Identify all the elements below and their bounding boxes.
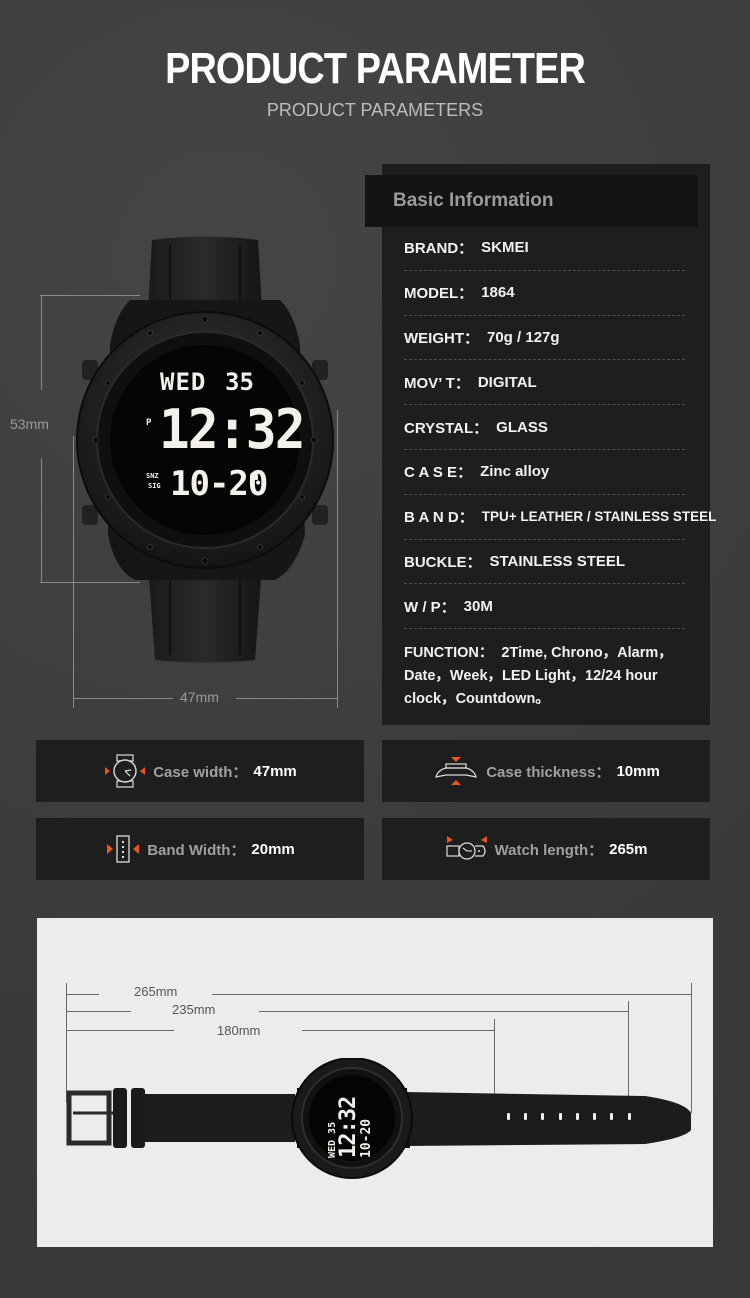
case-width-icon bbox=[105, 754, 146, 788]
case-width-value: 47mm bbox=[253, 762, 297, 780]
lcd-date-small: 10-20 bbox=[359, 1118, 374, 1158]
length-label-180: 180mm bbox=[217, 1023, 261, 1038]
page-subtitle: PRODUCT PARAMETERS bbox=[266, 100, 484, 120]
case-thickness-icon bbox=[435, 757, 478, 785]
case-width-label: Case width： bbox=[153, 763, 248, 781]
lcd-date: 10-20 bbox=[170, 464, 268, 504]
info-row-model: MODEL： 1864 bbox=[404, 271, 685, 316]
info-row-movement: MOV’ T： DIGITAL bbox=[404, 360, 685, 406]
info-row-brand: BRAND： SKMEI bbox=[404, 226, 685, 271]
length-label-265: 265mm bbox=[134, 984, 178, 999]
info-row-band: B A N D： TPU+ LEATHER / STAINLESS STEEL bbox=[404, 495, 716, 540]
info-row-function: FUNCTION： 2Time, Chrono，Alarm，Date，Week，L… bbox=[404, 645, 673, 708]
length-watch-lcd: WED 35 12:32 10-20 bbox=[327, 1078, 387, 1158]
info-row-weight: WEIGHT： 70g / 127g bbox=[404, 316, 685, 361]
alarm-bell-icon bbox=[250, 472, 258, 480]
watch-length-label: Watch length： bbox=[494, 841, 604, 859]
info-row-case: C A S E： Zinc alloy bbox=[404, 450, 685, 495]
spec-card-watch-length: Watch length： 265m bbox=[382, 818, 710, 880]
spec-card-case-width: Case width： 47mm bbox=[36, 740, 364, 802]
front-watch-image: 53mm 47mm WED 35 P 12:32 SNZ SIG 10-20 bbox=[0, 220, 370, 720]
length-diagram-panel: 265mm 235mm 180mm WED 35 12:32 10-20 bbox=[37, 918, 713, 1247]
lcd-pm-indicator: P bbox=[146, 418, 152, 428]
spec-card-band-width: Band Width： 20mm bbox=[36, 818, 364, 880]
height-label: 53mm bbox=[10, 416, 49, 432]
basic-info-heading: Basic Information bbox=[393, 190, 554, 211]
band-width-icon bbox=[107, 835, 140, 863]
lcd-sig: SIG bbox=[148, 482, 161, 490]
basic-info-list: BRAND： SKMEI MODEL： 1864 WEIGHT： 70g / 1… bbox=[404, 226, 716, 711]
info-row-water-proof: W / P： 30M bbox=[404, 584, 685, 630]
lcd-day: WED bbox=[160, 368, 207, 396]
watch-length-icon bbox=[445, 836, 487, 860]
lcd-seconds: 35 bbox=[225, 368, 254, 396]
length-label-235: 235mm bbox=[172, 1002, 216, 1017]
info-row-crystal: CRYSTAL： GLASS bbox=[404, 405, 685, 450]
basic-info-header: Basic Information bbox=[365, 175, 698, 227]
band-width-label: Band Width： bbox=[147, 841, 246, 859]
info-row-buckle: BUCKLE： STAINLESS STEEL bbox=[404, 540, 685, 585]
page-title: PRODUCT PARAMETER bbox=[165, 44, 586, 93]
watch-length-value: 265m bbox=[609, 840, 648, 858]
lcd-time-small: 12:32 bbox=[336, 1096, 361, 1158]
lcd-time: 12:32 bbox=[158, 398, 306, 461]
spec-card-case-thickness: Case thickness： 10mm bbox=[382, 740, 710, 802]
band-width-value: 20mm bbox=[251, 840, 295, 858]
case-thickness-value: 10mm bbox=[616, 762, 660, 780]
lcd-snz: SNZ bbox=[146, 472, 159, 480]
case-thickness-label: Case thickness： bbox=[486, 763, 611, 781]
width-label: 47mm bbox=[180, 689, 219, 705]
